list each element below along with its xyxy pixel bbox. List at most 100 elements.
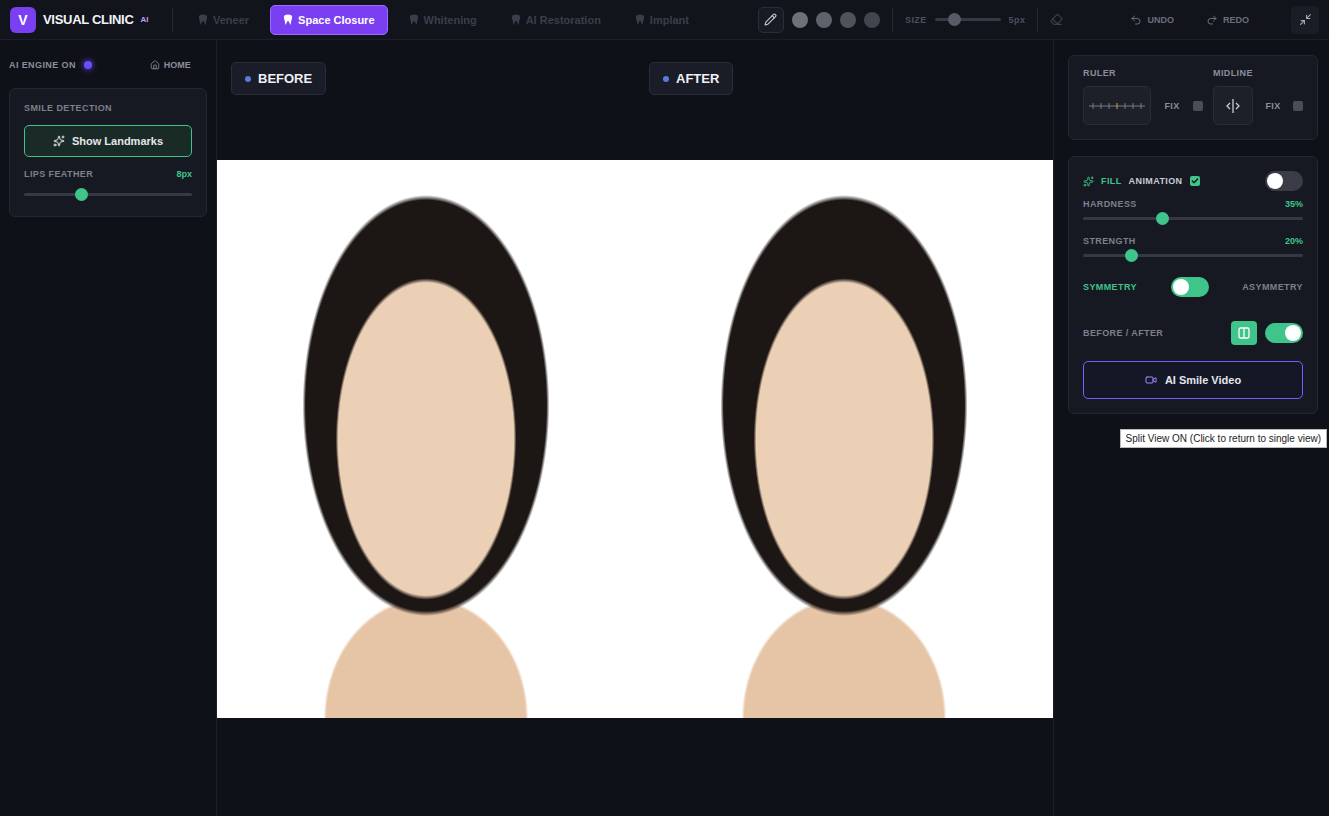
- engine-dot: [84, 61, 92, 69]
- slider-value: 20%: [1285, 236, 1303, 246]
- slider-thumb[interactable]: [1156, 212, 1169, 225]
- mode-tab[interactable]: Implant: [622, 5, 702, 35]
- size-slider[interactable]: [935, 18, 1001, 21]
- show-landmarks-button[interactable]: Show Landmarks: [24, 125, 192, 157]
- tooth-icon: [198, 14, 208, 26]
- control-panel: RULER FIX MIDLINE FIX FILL ANIMATION HARDNESS 3…: [1054, 40, 1329, 816]
- before-after-toggle[interactable]: [1265, 323, 1303, 343]
- guide-label: MIDLINE: [1213, 68, 1303, 78]
- fill-label: FILL: [1101, 176, 1122, 186]
- view-label: BEFORE: [231, 62, 326, 95]
- mode-tab[interactable]: Whitening: [396, 5, 490, 35]
- undo-icon: [1130, 14, 1142, 26]
- view-panel: BEFORE: [217, 40, 635, 816]
- animation-label: ANIMATION: [1129, 176, 1183, 186]
- guide-label: RULER: [1083, 68, 1203, 78]
- workspace: AI ENGINE ONHOME SMILE DETECTION Show Land…: [0, 40, 1329, 816]
- toggle-knob: [1267, 173, 1283, 189]
- toggle-knob: [1285, 325, 1301, 341]
- fix-checkbox[interactable]: [1293, 101, 1303, 111]
- setting-slider[interactable]: [1083, 217, 1303, 220]
- check-icon: [1191, 177, 1199, 185]
- guides-card: RULER FIX MIDLINE FIX: [1068, 55, 1318, 140]
- animation-checkbox[interactable]: [1190, 176, 1200, 186]
- fix-checkbox[interactable]: [1193, 101, 1203, 111]
- color-swatch[interactable]: [792, 12, 808, 28]
- eraser-icon[interactable]: [1050, 13, 1063, 26]
- fill-icon: [1083, 176, 1094, 187]
- size-value: 5px: [1009, 15, 1026, 25]
- split-view-button[interactable]: [1231, 321, 1257, 345]
- app-name: VISUAL CLINIC: [43, 12, 133, 27]
- app: V VISUAL CLINIC AI Veneer Space Closure White…: [0, 0, 1329, 816]
- color-swatch[interactable]: [840, 12, 856, 28]
- ai-smile-video-button[interactable]: AI Smile Video: [1083, 361, 1303, 399]
- fill-toggle[interactable]: [1265, 171, 1303, 191]
- slider-value: 35%: [1285, 199, 1303, 209]
- before-after-label: BEFORE / AFTER: [1083, 328, 1163, 338]
- symmetry-toggle[interactable]: [1171, 277, 1209, 297]
- toggle-knob: [1173, 279, 1189, 295]
- mode-tab[interactable]: AI Restoration: [498, 5, 614, 35]
- guide-group: MIDLINE FIX: [1213, 68, 1303, 125]
- midline-icon: [1225, 98, 1241, 114]
- undo-button[interactable]: UNDO: [1118, 14, 1186, 26]
- guide-group: RULER FIX: [1083, 68, 1203, 125]
- card-title: SMILE DETECTION: [24, 103, 192, 113]
- setting-slider[interactable]: [1083, 254, 1303, 257]
- size-thumb[interactable]: [948, 13, 961, 26]
- face-photo: [217, 160, 635, 718]
- pencil-button[interactable]: [758, 7, 784, 33]
- app-badge: AI: [140, 15, 148, 24]
- logo[interactable]: V VISUAL CLINIC AI: [10, 7, 160, 33]
- compare-area: BEFORE AFTER: [217, 40, 1054, 816]
- sidebar: AI ENGINE ONHOME SMILE DETECTION Show Land…: [0, 40, 217, 816]
- color-swatch[interactable]: [864, 12, 880, 28]
- redo-button[interactable]: REDO: [1194, 14, 1261, 26]
- fill-card: FILL ANIMATION HARDNESS 35% STRENGTH 20% SYMME…: [1068, 156, 1318, 414]
- view-label: AFTER: [649, 62, 733, 95]
- slider-value: 8px: [176, 169, 192, 179]
- guide-toggle[interactable]: [1083, 86, 1151, 125]
- home-icon: [150, 60, 160, 70]
- logo-mark: V: [10, 7, 36, 33]
- slider-label: STRENGTH: [1083, 236, 1136, 246]
- split-view-tooltip: Split View ON (Click to return to single…: [1120, 429, 1327, 448]
- label-dot: [663, 76, 669, 82]
- divider: [172, 8, 173, 32]
- collapse-button[interactable]: [1291, 6, 1319, 34]
- slider-label: HARDNESS: [1083, 199, 1137, 209]
- label-dot: [245, 76, 251, 82]
- top-bar: V VISUAL CLINIC AI Veneer Space Closure White…: [0, 0, 1329, 40]
- asymmetry-label: ASYMMETRY: [1242, 282, 1303, 292]
- tooth-icon: [283, 14, 293, 26]
- tooth-icon: [511, 14, 521, 26]
- video-icon: [1145, 374, 1157, 386]
- sparkles-icon: [53, 135, 65, 147]
- brush-tools: SIZE 5px: [758, 7, 1063, 33]
- view-panel: AFTER: [635, 40, 1053, 816]
- color-swatch[interactable]: [816, 12, 832, 28]
- engine-status: AI ENGINE ONHOME: [9, 60, 207, 70]
- ruler-icon: [1089, 101, 1145, 111]
- fix-label: FIX: [1265, 101, 1280, 111]
- slider-thumb[interactable]: [1125, 249, 1138, 262]
- tooth-icon: [635, 14, 645, 26]
- home-link[interactable]: HOME: [150, 60, 191, 70]
- tooth-icon: [409, 14, 419, 26]
- guide-toggle[interactable]: [1213, 86, 1253, 125]
- smile-detection-card: SMILE DETECTION Show Landmarks LIPS FEATHE…: [9, 88, 207, 217]
- mode-tabs: Veneer Space Closure Whitening AI Restorati…: [185, 5, 702, 35]
- divider: [892, 8, 893, 32]
- lips-feather-slider[interactable]: [24, 193, 192, 196]
- size-label: SIZE: [905, 15, 927, 25]
- redo-icon: [1206, 14, 1218, 26]
- fix-label: FIX: [1164, 101, 1179, 111]
- mode-tab[interactable]: Space Closure: [270, 5, 387, 35]
- mode-tab[interactable]: Veneer: [185, 5, 262, 35]
- slider-thumb[interactable]: [75, 188, 88, 201]
- slider-label: LIPS FEATHER: [24, 169, 93, 179]
- symmetry-label: SYMMETRY: [1083, 282, 1137, 292]
- split-view-icon: [1238, 327, 1250, 339]
- face-photo: [635, 160, 1053, 718]
